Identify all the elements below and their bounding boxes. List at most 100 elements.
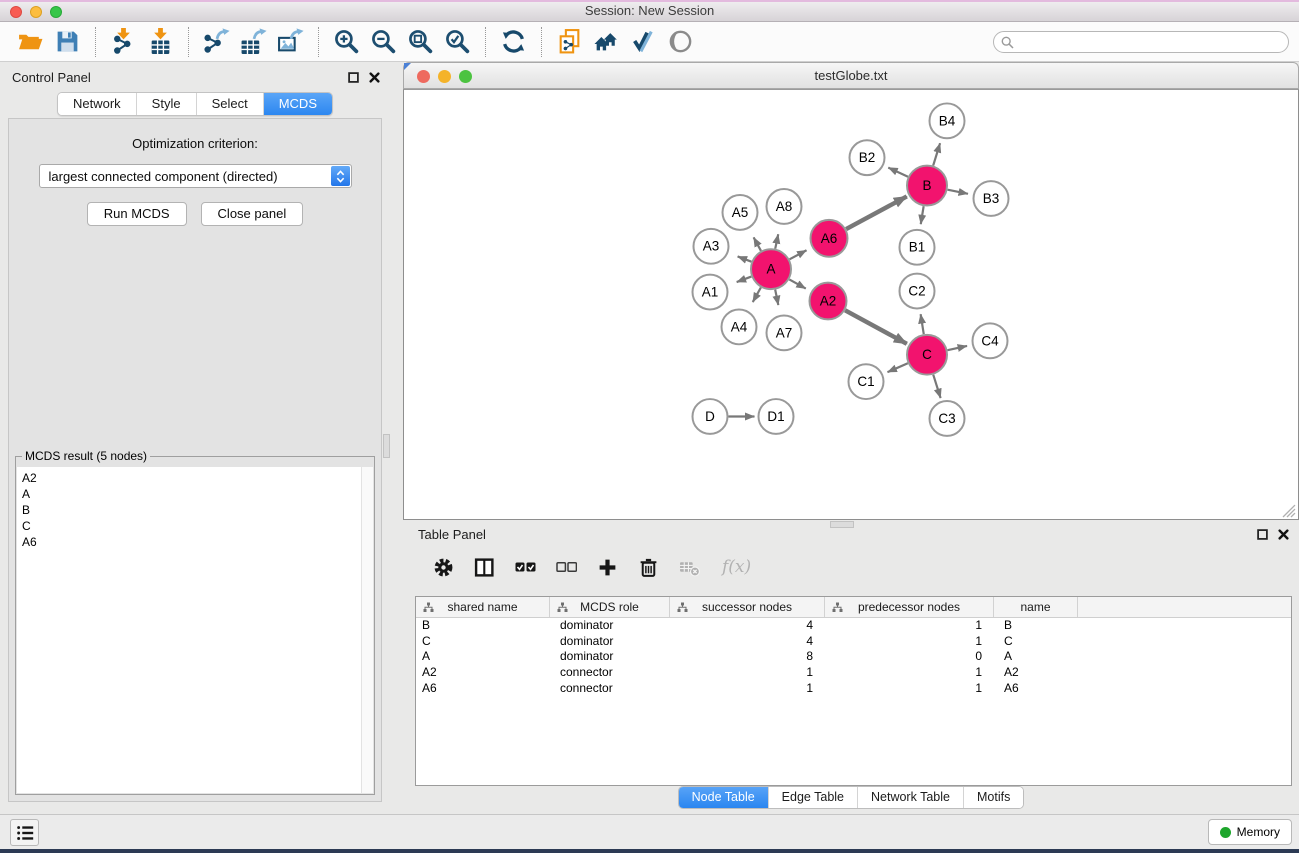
- cybrowser-home-button[interactable]: [588, 25, 625, 58]
- network-close-light[interactable]: [417, 70, 430, 83]
- export-image-button[interactable]: [272, 25, 309, 58]
- tab-select[interactable]: Select: [197, 93, 264, 115]
- cell-predecessor-nodes[interactable]: 1: [825, 665, 994, 681]
- node-C3[interactable]: C3: [930, 401, 965, 436]
- cell-name[interactable]: A: [994, 649, 1078, 665]
- node-B4[interactable]: B4: [930, 103, 965, 138]
- node-A1[interactable]: A1: [693, 275, 728, 310]
- cell-MCDS-role[interactable]: dominator: [550, 649, 670, 665]
- cell-predecessor-nodes[interactable]: 0: [825, 649, 994, 665]
- search-input[interactable]: [993, 31, 1289, 53]
- node-C2[interactable]: C2: [900, 274, 935, 309]
- edge-C-C4[interactable]: [947, 346, 967, 350]
- cell-predecessor-nodes[interactable]: 1: [825, 634, 994, 650]
- network-minimize-light[interactable]: [438, 70, 451, 83]
- node-A7[interactable]: A7: [767, 315, 802, 350]
- cell-successor-nodes[interactable]: 4: [670, 634, 825, 650]
- node-C[interactable]: C: [907, 335, 947, 375]
- zoom-selected-button[interactable]: [439, 25, 476, 58]
- zoom-fit-button[interactable]: [402, 25, 439, 58]
- cell-successor-nodes[interactable]: 1: [670, 665, 825, 681]
- result-item[interactable]: A: [17, 486, 361, 502]
- table-row[interactable]: Bdominator41B: [416, 618, 1291, 634]
- result-list-scrollbar[interactable]: [361, 467, 373, 793]
- edge-A-A8[interactable]: [775, 234, 778, 248]
- edge-A-A3[interactable]: [738, 256, 752, 261]
- show-details-eye-button[interactable]: [662, 25, 699, 58]
- cell-successor-nodes[interactable]: 4: [670, 618, 825, 634]
- close-window-light[interactable]: [10, 6, 22, 18]
- cell-shared-name[interactable]: A6: [416, 681, 550, 697]
- column-header-name[interactable]: name: [994, 597, 1078, 617]
- node-B[interactable]: B: [907, 166, 947, 206]
- node-A5[interactable]: A5: [723, 195, 758, 230]
- node-D[interactable]: D: [693, 399, 728, 434]
- node-C4[interactable]: C4: [973, 323, 1008, 358]
- table-row[interactable]: Cdominator41C: [416, 634, 1291, 650]
- cell-name[interactable]: C: [994, 634, 1078, 650]
- column-header-predecessor-nodes[interactable]: predecessor nodes: [825, 597, 994, 617]
- edge-C-C2[interactable]: [921, 314, 924, 334]
- network-zoom-light[interactable]: [459, 70, 472, 83]
- network-canvas[interactable]: B4B2BB3A5A8A6A3B1AA1C2A2A4A7C4CC1C3DD1: [404, 90, 1298, 519]
- edge-A6-B[interactable]: [846, 196, 907, 229]
- node-A8[interactable]: A8: [767, 189, 802, 224]
- resize-grip-icon[interactable]: [1283, 505, 1295, 517]
- column-header-shared-name[interactable]: shared name: [416, 597, 550, 617]
- result-item[interactable]: B: [17, 502, 361, 518]
- splitter-handle-left[interactable]: [383, 434, 390, 458]
- criterion-dropdown[interactable]: largest connected component (directed): [39, 164, 352, 188]
- import-table-button[interactable]: [142, 25, 179, 58]
- node-B1[interactable]: B1: [900, 230, 935, 265]
- table-row[interactable]: A2connector11A2: [416, 665, 1291, 681]
- node-C1[interactable]: C1: [849, 364, 884, 399]
- network-window-titlebar[interactable]: testGlobe.txt: [403, 62, 1299, 89]
- zoom-in-button[interactable]: [328, 25, 365, 58]
- open-session-button[interactable]: [12, 25, 49, 58]
- cell-successor-nodes[interactable]: 8: [670, 649, 825, 665]
- column-header-successor-nodes[interactable]: successor nodes: [670, 597, 825, 617]
- cell-name[interactable]: A6: [994, 681, 1078, 697]
- tab-motifs[interactable]: Motifs: [964, 787, 1023, 808]
- table-row[interactable]: A6connector11A6: [416, 681, 1291, 697]
- edge-A-A1[interactable]: [737, 277, 752, 283]
- result-item[interactable]: A2: [17, 470, 361, 486]
- edge-A-A6[interactable]: [790, 250, 807, 259]
- cell-MCDS-role[interactable]: connector: [550, 681, 670, 697]
- zoom-out-button[interactable]: [365, 25, 402, 58]
- cell-successor-nodes[interactable]: 1: [670, 681, 825, 697]
- cell-MCDS-role[interactable]: dominator: [550, 634, 670, 650]
- column-header-MCDS-role[interactable]: MCDS role: [550, 597, 670, 617]
- tab-network[interactable]: Network: [58, 93, 137, 115]
- cell-name[interactable]: B: [994, 618, 1078, 634]
- edge-B-B4[interactable]: [933, 143, 940, 165]
- hide-graphics-button[interactable]: [625, 25, 662, 58]
- refresh-layout-button[interactable]: [495, 25, 532, 58]
- cell-name[interactable]: A2: [994, 665, 1078, 681]
- tab-style[interactable]: Style: [137, 93, 197, 115]
- cell-MCDS-role[interactable]: dominator: [550, 618, 670, 634]
- close-table-panel-icon[interactable]: [1277, 528, 1289, 540]
- select-all-rows-button[interactable]: [515, 557, 536, 578]
- cell-predecessor-nodes[interactable]: 1: [825, 618, 994, 634]
- edge-B-B1[interactable]: [921, 206, 924, 224]
- zoom-window-light[interactable]: [50, 6, 62, 18]
- node-A3[interactable]: A3: [694, 229, 729, 264]
- duplicate-network-button[interactable]: [551, 25, 588, 58]
- delete-column-button[interactable]: [638, 557, 659, 578]
- cell-shared-name[interactable]: A: [416, 649, 550, 665]
- cell-shared-name[interactable]: A2: [416, 665, 550, 681]
- node-A2[interactable]: A2: [810, 283, 847, 320]
- node-B3[interactable]: B3: [974, 181, 1009, 216]
- column-visibility-button[interactable]: [474, 557, 495, 578]
- memory-button[interactable]: Memory: [1208, 819, 1292, 845]
- edge-B-B3[interactable]: [948, 190, 968, 194]
- import-network-button[interactable]: [105, 25, 142, 58]
- edge-A-A7[interactable]: [775, 290, 778, 305]
- node-B2[interactable]: B2: [850, 140, 885, 175]
- export-network-button[interactable]: [198, 25, 235, 58]
- tab-network-table[interactable]: Network Table: [858, 787, 964, 808]
- edge-C-C1[interactable]: [887, 363, 907, 372]
- tab-edge-table[interactable]: Edge Table: [769, 787, 858, 808]
- float-table-panel-icon[interactable]: [1256, 528, 1268, 540]
